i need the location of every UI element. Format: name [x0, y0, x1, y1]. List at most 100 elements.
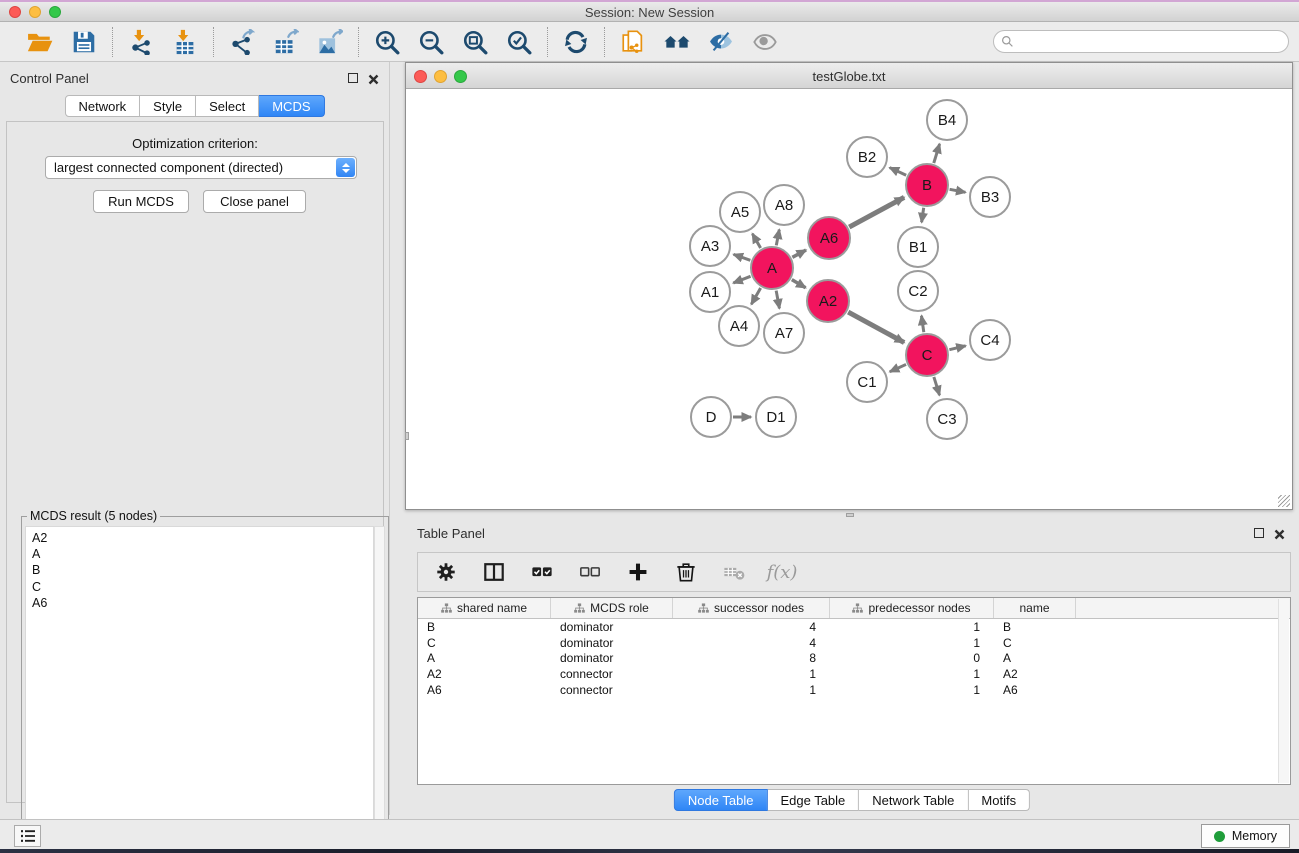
graph-node-B3[interactable]: B3 — [969, 176, 1011, 218]
graph-node-A4[interactable]: A4 — [718, 305, 760, 347]
table-cell[interactable]: C — [994, 635, 1076, 651]
graph-edge-B-B4[interactable] — [934, 144, 940, 163]
frame-handle-left[interactable] — [405, 432, 409, 440]
table-cell[interactable]: A — [994, 650, 1076, 666]
minimize-view-button[interactable] — [434, 70, 447, 83]
graph-edge-A-A2[interactable] — [792, 280, 806, 288]
task-history-button[interactable] — [14, 825, 41, 847]
table-cell[interactable]: 4 — [673, 619, 830, 635]
table-row[interactable]: Bdominator41B — [418, 619, 1290, 635]
table-cell[interactable]: 8 — [673, 650, 830, 666]
graph-node-B1[interactable]: B1 — [897, 226, 939, 268]
table-cell[interactable]: connector — [551, 682, 673, 698]
graph-edge-A-A3[interactable] — [734, 254, 751, 260]
graph-node-C4[interactable]: C4 — [969, 319, 1011, 361]
table-cell[interactable]: C — [418, 635, 551, 651]
graph-edge-A-A5[interactable] — [752, 234, 760, 248]
zoom-fit-icon[interactable] — [461, 28, 489, 56]
graph-node-A2[interactable]: A2 — [806, 279, 850, 323]
run-mcds-button[interactable]: Run MCDS — [93, 190, 189, 213]
zoom-window-button[interactable] — [49, 6, 61, 18]
export-table-icon[interactable] — [272, 28, 300, 56]
import-table-icon[interactable] — [171, 28, 199, 56]
search-input[interactable] — [1014, 31, 1288, 52]
delete-columns-icon[interactable] — [674, 560, 698, 584]
export-image-icon[interactable] — [316, 28, 344, 56]
export-network-icon[interactable] — [228, 28, 256, 56]
graph-node-D[interactable]: D — [690, 396, 732, 438]
graph-edge-C-C2[interactable] — [921, 316, 923, 332]
table-cell[interactable]: 0 — [830, 650, 994, 666]
tab-mcds[interactable]: MCDS — [259, 95, 324, 117]
graph-node-C3[interactable]: C3 — [926, 398, 968, 440]
graph-edge-A-A7[interactable] — [776, 291, 779, 309]
graph-edge-A-A6[interactable] — [792, 250, 806, 257]
network-canvas[interactable]: B4B2BB3B1A5A8A6A3AA1C2A2A4A7CC4C1C3DD1 — [406, 89, 1292, 509]
zoom-in-icon[interactable] — [373, 28, 401, 56]
tab-style[interactable]: Style — [140, 95, 196, 117]
graph-node-B[interactable]: B — [905, 163, 949, 207]
graph-edge-B-B3[interactable] — [950, 189, 966, 192]
graph-node-A5[interactable]: A5 — [719, 191, 761, 233]
graph-node-A7[interactable]: A7 — [763, 312, 805, 354]
show-details-icon[interactable] — [751, 28, 779, 56]
table-cell[interactable]: A2 — [418, 666, 551, 682]
tab-motifs[interactable]: Motifs — [968, 789, 1030, 811]
table-cell[interactable]: dominator — [551, 635, 673, 651]
graph-edge-C-C1[interactable] — [890, 364, 906, 371]
save-session-icon[interactable] — [70, 28, 98, 56]
graph-node-A3[interactable]: A3 — [689, 225, 731, 267]
result-item[interactable]: A6 — [32, 595, 373, 611]
table-cell[interactable]: A6 — [994, 682, 1076, 698]
graph-node-C[interactable]: C — [905, 333, 949, 377]
result-item[interactable]: A — [32, 546, 373, 562]
table-row[interactable]: Cdominator41C — [418, 635, 1290, 651]
graph-edge-A-A4[interactable] — [751, 288, 760, 304]
graph-node-C2[interactable]: C2 — [897, 270, 939, 312]
table-cell[interactable]: B — [418, 619, 551, 635]
graph-node-A[interactable]: A — [750, 246, 794, 290]
search-field[interactable] — [993, 30, 1289, 53]
table-cell[interactable]: 1 — [830, 682, 994, 698]
select-all-columns-icon[interactable] — [530, 560, 554, 584]
mcds-result-list[interactable]: A2ABCA6 — [25, 526, 374, 853]
close-panel-button[interactable]: Close panel — [203, 190, 306, 213]
graph-edge-A2-C[interactable] — [848, 312, 904, 343]
memory-button[interactable]: Memory — [1201, 824, 1290, 848]
graph-edge-B-B2[interactable] — [890, 168, 907, 176]
network-window-titlebar[interactable]: testGlobe.txt — [406, 63, 1292, 89]
graph-node-A1[interactable]: A1 — [689, 271, 731, 313]
import-network-icon[interactable] — [127, 28, 155, 56]
table-cell[interactable]: connector — [551, 666, 673, 682]
table-cell[interactable]: B — [994, 619, 1076, 635]
column-header-successor-nodes[interactable]: successor nodes — [673, 598, 830, 618]
open-session-icon[interactable] — [26, 28, 54, 56]
graph-node-C1[interactable]: C1 — [846, 361, 888, 403]
tab-node-table[interactable]: Node Table — [674, 789, 768, 811]
tab-network-table[interactable]: Network Table — [859, 789, 968, 811]
table-cell[interactable]: 1 — [673, 666, 830, 682]
table-cell[interactable]: A2 — [994, 666, 1076, 682]
tab-edge-table[interactable]: Edge Table — [767, 789, 859, 811]
float-panel-icon[interactable] — [348, 73, 358, 83]
graph-edge-A-A8[interactable] — [776, 230, 779, 246]
tab-network[interactable]: Network — [64, 95, 140, 117]
table-cell[interactable]: 1 — [830, 666, 994, 682]
table-row[interactable]: Adominator80A — [418, 650, 1290, 666]
frame-handle-bottom[interactable] — [846, 513, 854, 517]
column-header-shared-name[interactable]: shared name — [418, 598, 551, 618]
graph-node-B4[interactable]: B4 — [926, 99, 968, 141]
zoom-out-icon[interactable] — [417, 28, 445, 56]
column-header-MCDS-role[interactable]: MCDS role — [551, 598, 673, 618]
graph-edge-C-C4[interactable] — [949, 346, 965, 350]
close-table-panel-icon[interactable] — [1274, 527, 1285, 538]
resize-grip[interactable] — [1278, 495, 1290, 507]
close-view-button[interactable] — [414, 70, 427, 83]
tab-select[interactable]: Select — [196, 95, 259, 117]
close-panel-icon[interactable] — [368, 72, 379, 83]
column-header-predecessor-nodes[interactable]: predecessor nodes — [830, 598, 994, 618]
table-cell[interactable]: 1 — [830, 635, 994, 651]
graph-edge-B-B1[interactable] — [922, 208, 924, 222]
graph-edge-C-C3[interactable] — [934, 377, 940, 395]
graph-edge-A6-B[interactable] — [849, 197, 904, 227]
